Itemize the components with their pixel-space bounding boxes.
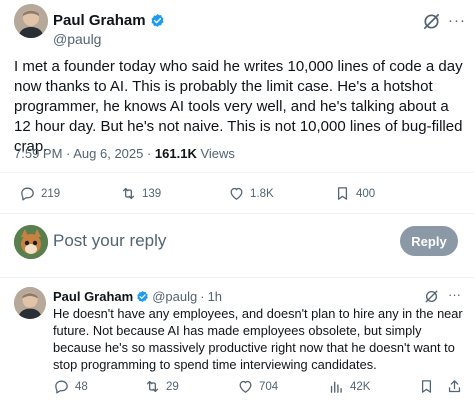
retweet-action[interactable]: 139 xyxy=(120,185,161,202)
avatar-image xyxy=(14,225,48,259)
divider xyxy=(0,213,474,214)
reply-action[interactable]: 48 xyxy=(53,378,88,395)
bookmark-count: 400 xyxy=(356,187,376,200)
author-handle[interactable]: @paulg xyxy=(53,31,101,47)
reply-input[interactable]: Post your reply xyxy=(53,231,166,251)
author-avatar[interactable] xyxy=(14,4,48,38)
retweet-count: 139 xyxy=(142,187,162,200)
views-count: 161.1K xyxy=(154,146,197,161)
tweet-timestamp[interactable]: 7:59 PM · Aug 6, 2025 · xyxy=(14,146,155,161)
verified-badge-icon xyxy=(137,290,148,303)
like-count: 704 xyxy=(259,380,279,393)
share-icon xyxy=(448,380,461,393)
bookmark-icon xyxy=(421,380,432,393)
heart-icon xyxy=(239,380,252,393)
grok-icon[interactable] xyxy=(424,289,439,304)
grok-icon[interactable] xyxy=(422,12,441,31)
reply-icon xyxy=(55,380,68,394)
retweet-icon xyxy=(146,380,159,393)
divider xyxy=(0,277,474,278)
bookmark-action[interactable] xyxy=(418,378,435,395)
analytics-icon xyxy=(330,381,342,393)
author-name[interactable]: Paul Graham xyxy=(53,12,165,29)
author-name-text[interactable]: Paul Graham xyxy=(53,12,146,29)
reply-timestamp[interactable]: 1h xyxy=(208,289,222,304)
reply-button[interactable]: Reply xyxy=(400,226,458,256)
avatar-image xyxy=(14,4,48,38)
like-action[interactable]: 704 xyxy=(237,378,278,395)
more-options-icon[interactable]: ··· xyxy=(448,12,466,29)
verified-badge-icon xyxy=(151,14,164,27)
more-options-icon[interactable]: ··· xyxy=(448,287,461,302)
reply-author-handle[interactable]: @paulg xyxy=(152,289,197,304)
avatar-image xyxy=(14,287,46,319)
reply-count: 48 xyxy=(75,380,88,393)
reply-count: 219 xyxy=(41,187,61,200)
heart-icon xyxy=(230,187,243,200)
separator-dot: · xyxy=(200,289,205,304)
reply-action[interactable]: 219 xyxy=(19,185,60,202)
like-count: 1.8K xyxy=(250,187,274,200)
retweet-action[interactable]: 29 xyxy=(144,378,179,395)
retweet-count: 29 xyxy=(166,380,179,393)
views-action[interactable]: 42K xyxy=(328,378,370,395)
divider xyxy=(0,172,474,173)
tweet-text: I met a founder today who said he writes… xyxy=(14,58,463,155)
bookmark-icon xyxy=(337,187,348,200)
views-label: Views xyxy=(196,146,235,161)
reply-author-name[interactable]: Paul Graham xyxy=(53,289,133,304)
bookmark-action[interactable]: 400 xyxy=(334,185,375,202)
reply-text: He doesn't have any employees, and doesn… xyxy=(53,306,463,372)
retweet-icon xyxy=(122,187,135,200)
like-action[interactable]: 1.8K xyxy=(228,185,274,202)
tweet-meta: 7:59 PM · Aug 6, 2025 · 161.1K Views xyxy=(14,146,235,161)
current-user-avatar xyxy=(14,225,48,259)
reply-author-line: Paul Graham @paulg · 1h xyxy=(53,289,222,304)
reply-icon xyxy=(21,187,34,201)
share-action[interactable] xyxy=(446,378,463,395)
views-count: 42K xyxy=(350,380,371,393)
reply-author-avatar[interactable] xyxy=(14,287,46,319)
